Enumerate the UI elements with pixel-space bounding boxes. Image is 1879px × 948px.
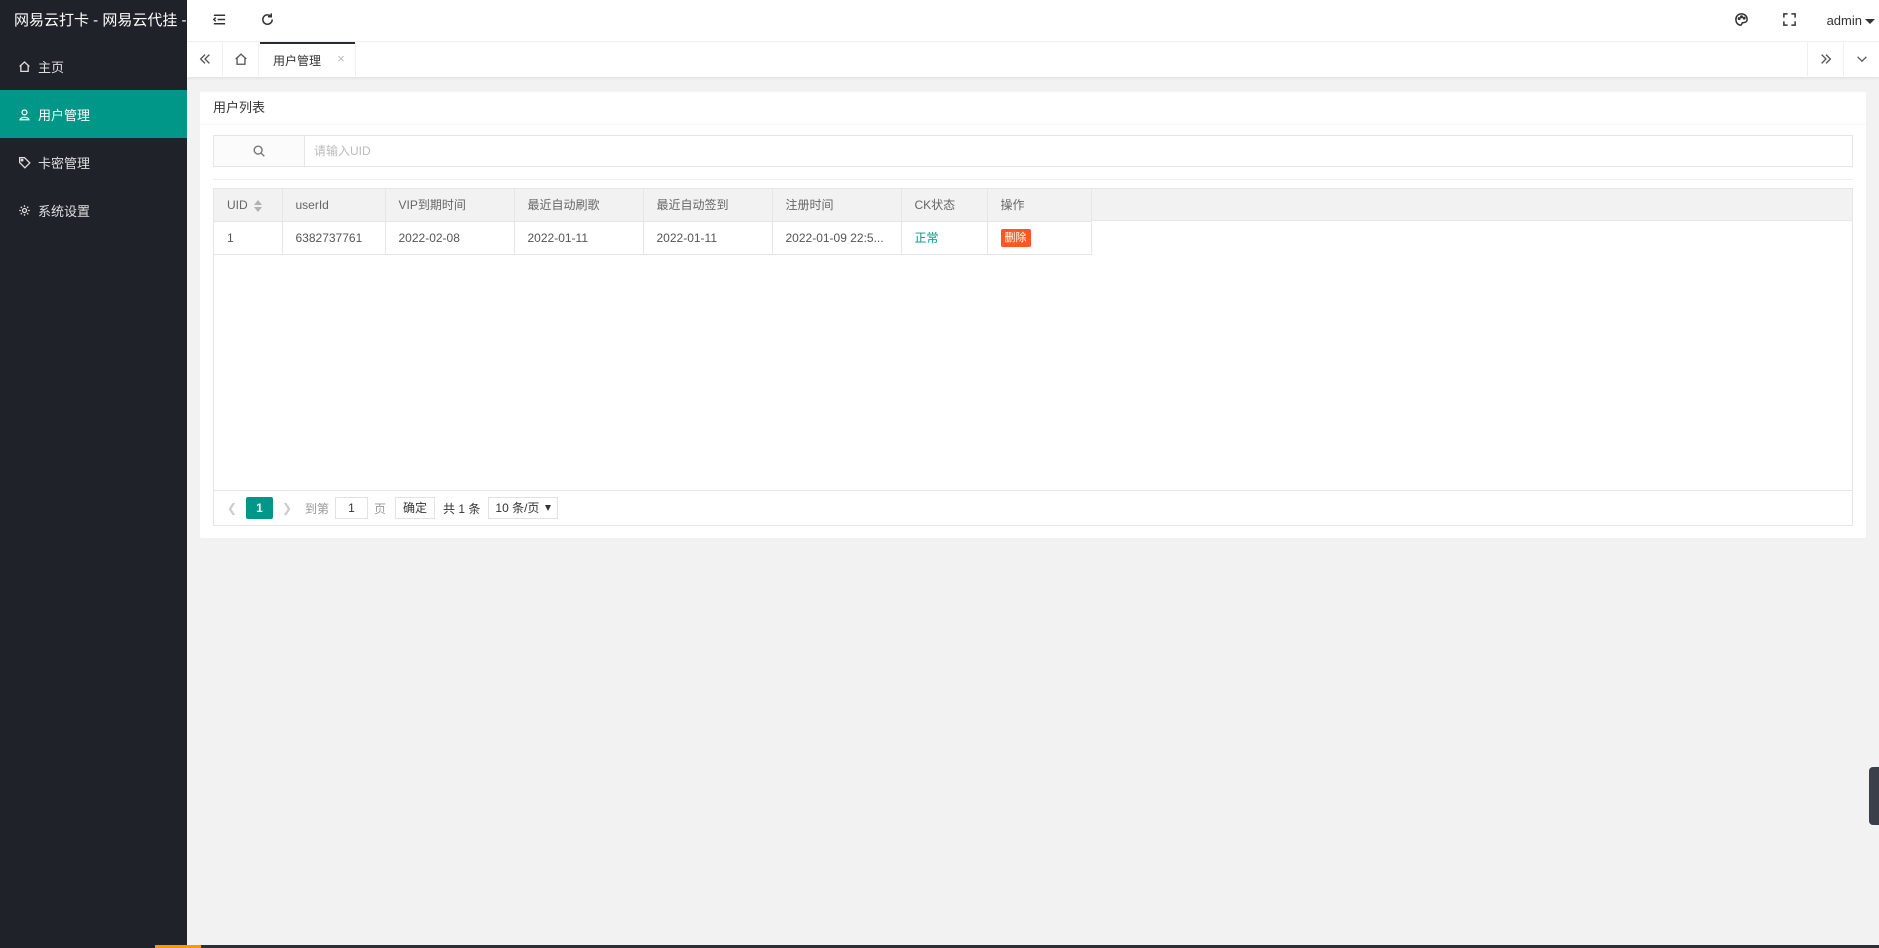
user-icon <box>17 107 31 121</box>
page-size-value: 10 条/页 <box>495 501 540 515</box>
sidebar-item-label: 卡密管理 <box>38 155 91 171</box>
tag-icon <box>17 155 31 169</box>
menu-fold-icon <box>212 12 227 30</box>
table-row: 1 6382737761 2022-02-08 2022-01-11 2022-… <box>214 221 1092 255</box>
cell-last-auto-sign: 2022-01-11 <box>643 221 773 255</box>
column-header-last-auto-song: 最近自动刷歌 <box>514 189 644 222</box>
tabs-options-button[interactable] <box>1843 42 1879 78</box>
close-icon[interactable]: × <box>335 52 347 65</box>
tabs-scroll-left-button[interactable] <box>187 42 223 78</box>
sort-icon[interactable] <box>253 199 262 212</box>
column-header-ck-status: CK状态 <box>901 189 988 222</box>
dropdown-caret-icon <box>545 505 552 511</box>
app-logo-title: 网易云打卡 - 网易云代挂 - <box>14 12 187 29</box>
gear-icon <box>17 203 31 217</box>
search-icon <box>213 135 304 167</box>
refresh-button[interactable] <box>257 0 277 42</box>
cell-last-auto-song: 2022-01-11 <box>514 221 644 255</box>
sidebar-item-label: 用户管理 <box>38 107 91 123</box>
double-chevron-right-icon <box>1819 52 1833 69</box>
double-chevron-left-icon <box>198 52 212 69</box>
tab-user-management[interactable]: 用户管理 × <box>260 42 356 78</box>
cell-ck-status: 正常 <box>901 221 988 255</box>
delete-button[interactable]: 删除 <box>1000 228 1031 247</box>
theme-button[interactable] <box>1731 0 1751 42</box>
status-badge: 正常 <box>914 231 939 245</box>
home-icon <box>234 52 248 69</box>
column-header-last-auto-sign: 最近自动签到 <box>643 189 773 222</box>
sidebar-item-label: 系统设置 <box>38 203 91 219</box>
tab-home[interactable] <box>223 42 259 78</box>
total-count: 共 1 条 <box>443 501 481 516</box>
fullscreen-button[interactable] <box>1779 0 1799 42</box>
user-list-card: 用户列表 UID userId VIP到期时间 最近自动刷歌 最近自动签到 注册… <box>200 92 1866 538</box>
tab-label: 用户管理 <box>273 53 322 68</box>
sidebar-item-settings[interactable]: 系统设置 <box>0 186 187 234</box>
side-floating-widget[interactable] <box>1869 767 1879 825</box>
fullscreen-icon <box>1782 12 1797 30</box>
cell-register-time: 2022-01-09 22:5... <box>772 221 902 255</box>
refresh-icon <box>260 12 275 30</box>
palette-icon <box>1734 12 1749 30</box>
user-name: admin <box>1826 13 1862 28</box>
top-header: admin <box>187 0 1879 42</box>
next-page-button[interactable]: ❯ <box>279 501 295 515</box>
card-title: 用户列表 <box>200 92 1866 125</box>
sidebar-item-home[interactable]: 主页 <box>0 42 187 90</box>
sidebar-item-users[interactable]: 用户管理 <box>0 90 187 138</box>
page-jump-prefix: 到第 <box>305 501 330 516</box>
cell-uid: 1 <box>214 221 283 255</box>
column-header-actions: 操作 <box>987 189 1092 222</box>
tabs-bar: 用户管理 × <box>187 42 1879 78</box>
chevron-down-icon <box>1855 52 1869 69</box>
sidebar: 网易云打卡 - 网易云代挂 - 主页 用户管理 卡密管理 系统设置 <box>0 0 187 948</box>
cell-userid: 6382737761 <box>282 221 386 255</box>
page-jump-confirm-button[interactable]: 确定 <box>395 497 436 519</box>
uid-search-input[interactable] <box>304 135 1853 167</box>
cell-vip-expire: 2022-02-08 <box>385 221 515 255</box>
column-header-userid: userId <box>282 189 386 222</box>
page-jump-input[interactable] <box>335 497 369 519</box>
search-bar <box>213 135 1853 167</box>
user-menu[interactable]: admin <box>1827 0 1875 42</box>
page-jump-suffix: 页 <box>374 501 387 516</box>
page-size-select[interactable]: 10 条/页 <box>488 497 559 519</box>
prev-page-button[interactable]: ❮ <box>224 501 240 515</box>
tabs-scroll-right-button[interactable] <box>1807 42 1843 78</box>
chevron-down-icon <box>1865 19 1875 25</box>
user-table: UID userId VIP到期时间 最近自动刷歌 最近自动签到 注册时间 CK… <box>213 188 1853 526</box>
pagination: ❮ 1 ❯ 到第 页 确定 共 1 条 10 条/页 <box>214 490 1852 525</box>
column-header-vip-expire: VIP到期时间 <box>385 189 515 222</box>
menu-toggle-button[interactable] <box>209 0 229 42</box>
sidebar-item-label: 主页 <box>38 59 65 75</box>
cell-actions: 删除 <box>987 221 1092 255</box>
divider <box>213 179 1853 180</box>
home-icon <box>17 59 31 73</box>
column-header-uid[interactable]: UID <box>214 189 283 222</box>
page-jump: 到第 页 <box>305 497 386 519</box>
column-header-register-time: 注册时间 <box>772 189 902 222</box>
current-page[interactable]: 1 <box>246 497 273 519</box>
sidebar-item-cards[interactable]: 卡密管理 <box>0 138 187 186</box>
table-header-row: UID userId VIP到期时间 最近自动刷歌 最近自动签到 注册时间 CK… <box>214 189 1092 222</box>
